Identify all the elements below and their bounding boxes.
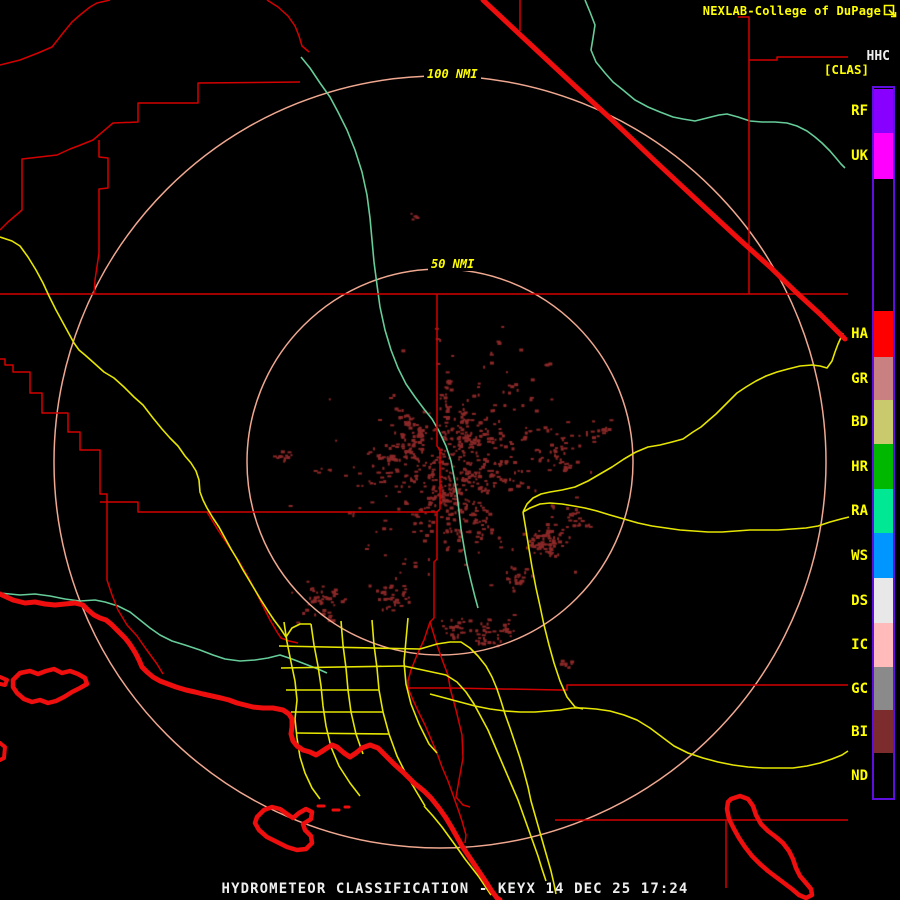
legend-block-HA [874,311,893,357]
legend-block-BD [874,400,893,444]
legend-label-BI: BI [851,723,868,740]
radar-display: NEXLAB-College of DuPage HHC [CLAS] 100 … [0,0,900,900]
legend-label-GC: GC [851,680,868,697]
base-map [0,0,900,900]
island-outline [13,669,87,703]
status-bar: HYDROMETEOR CLASSIFICATION - KEYX 14 DEC… [221,881,689,897]
legend-block-DS [874,578,893,623]
county-boundaries [0,0,848,888]
legend-block-BI [874,710,893,753]
product-mode: [CLAS] [823,62,869,77]
legend-label-HR: HR [851,458,868,475]
product-code: HHC [866,49,890,64]
island-outline [727,796,812,898]
legend-label-IC: IC [851,637,868,653]
legend-block-RF [874,89,893,133]
legend-color-bar [872,86,895,800]
legend-block-WS [874,533,893,578]
legend-block-HR [874,444,893,489]
legend-label-WS: WS [851,547,868,564]
legend-label-RA: RA [851,503,868,519]
nexlab-logo-icon [883,3,897,22]
legend-block-GC [874,667,893,710]
range-ring-label-100nmi: 100 NMI [424,67,481,81]
legend-label-RF: RF [851,103,868,119]
interstate-line [483,0,845,339]
brand-text: NEXLAB-College of DuPage [702,4,881,18]
rivers [0,0,845,673]
legend-block-UK [874,133,893,179]
highways [0,237,849,895]
legend-label-DS: DS [851,592,868,609]
legend-label-UK: UK [851,148,868,164]
legend-label-BD: BD [851,414,868,430]
legend-label-ND: ND [851,767,868,784]
legend-block-RA [874,489,893,533]
legend-block-ND [874,753,893,798]
legend-block-IC [874,623,893,667]
legend-label-GR: GR [851,370,868,387]
legend-label-HA: HA [851,326,868,342]
range-ring-label-50nmi: 50 NMI [428,257,478,271]
legend-block-gap [874,179,893,311]
island-outline [255,807,312,850]
legend-block-GR [874,357,893,400]
